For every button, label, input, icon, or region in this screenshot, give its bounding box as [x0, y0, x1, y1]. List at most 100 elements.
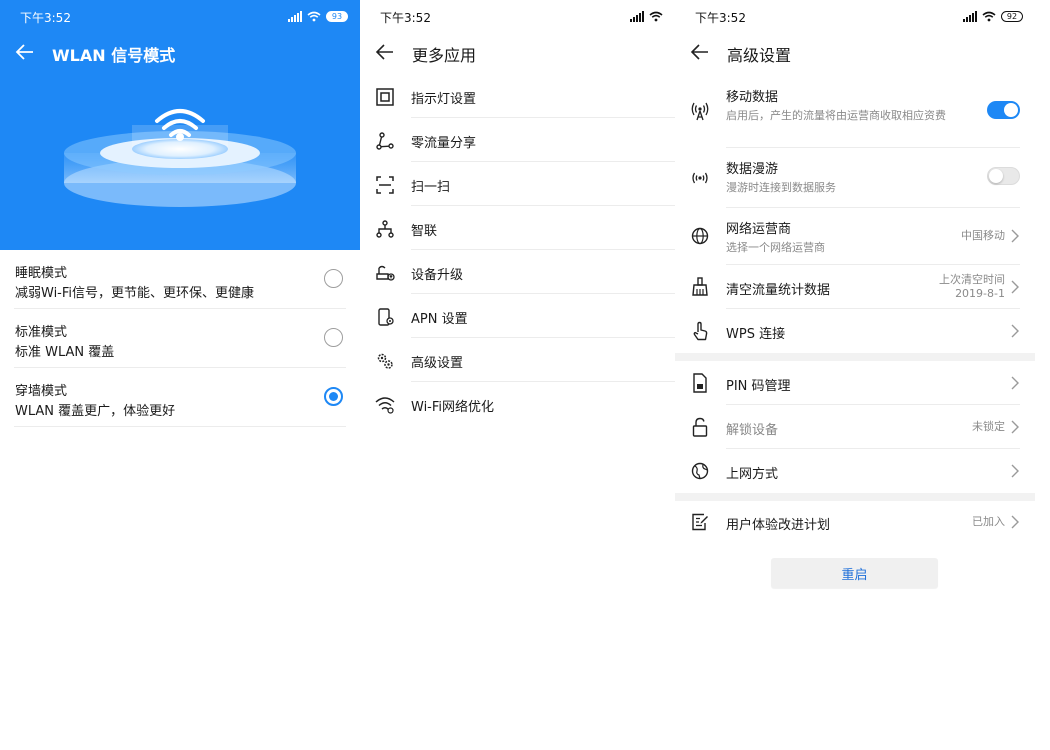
apn-icon: [374, 306, 396, 328]
earth-icon: [689, 460, 711, 482]
broom-icon: [689, 276, 711, 298]
restart-button[interactable]: 重启: [771, 558, 938, 588]
radio-sleep[interactable]: [324, 269, 343, 288]
ux-plan-value: 已加入: [972, 515, 1005, 528]
indicator-light-icon: [374, 86, 396, 108]
list-item-apn-settings[interactable]: APN 设置: [360, 294, 675, 338]
setting-mobile-data[interactable]: 移动数据 启用后，产生的流量将由运营商收取相应资费: [675, 82, 1035, 148]
status-time: 下午3:52: [20, 11, 71, 25]
mobile-data-toggle[interactable]: [987, 101, 1020, 119]
signal-icon: [630, 10, 644, 22]
mode-name: 睡眠模式: [15, 266, 68, 281]
chevron-right-icon: [1011, 464, 1019, 478]
setting-pin-management[interactable]: PIN 码管理: [675, 361, 1035, 405]
setting-title: 数据漫游: [726, 162, 779, 177]
radio-through-wall[interactable]: [324, 387, 343, 406]
wifi-status-icon: [649, 11, 663, 21]
section-divider: [675, 353, 1035, 361]
app-list: 指示灯设置 零流量分享 扫一扫 智联 设备升级 APN 设置 高级设置 Wi-F…: [360, 74, 675, 426]
battery-icon: 92: [1001, 10, 1023, 22]
data-roaming-toggle[interactable]: [987, 167, 1020, 185]
back-arrow-icon[interactable]: [375, 42, 395, 62]
setting-title: WPS 连接: [726, 327, 786, 342]
mode-list: 睡眠模式 减弱Wi-Fi信号，更节能、更环保、更健康 标准模式 标准 WLAN …: [14, 250, 346, 427]
list-item-smart-link[interactable]: 智联: [360, 206, 675, 250]
tap-hand-icon: [689, 320, 711, 342]
router-upgrade-icon: [374, 262, 396, 284]
last-clear-date: 2019-8-1: [955, 287, 1005, 300]
status-bar: 下午3:52: [360, 0, 675, 32]
mode-desc: 减弱Wi-Fi信号，更节能、更环保、更健康: [15, 286, 255, 301]
more-apps-screen: 下午3:52 更多应用 指示灯设置 零流量分享 扫一扫 智联 设备升级 APN …: [360, 0, 675, 750]
edit-document-icon: [689, 511, 711, 533]
mode-through-wall[interactable]: 穿墙模式 WLAN 覆盖更广，体验更好: [14, 368, 346, 427]
list-item-device-upgrade[interactable]: 设备升级: [360, 250, 675, 294]
carrier-value: 中国移动: [961, 229, 1005, 242]
battery-icon: 93: [326, 10, 348, 22]
chevron-right-icon: [1011, 229, 1019, 243]
back-arrow-icon[interactable]: [15, 42, 35, 62]
page-title: 高级设置: [727, 46, 792, 65]
scan-icon: [374, 174, 396, 196]
back-arrow-icon[interactable]: [690, 42, 710, 62]
setting-unlock-device[interactable]: 解锁设备 未锁定: [675, 405, 1035, 449]
mode-desc: 标准 WLAN 覆盖: [15, 345, 115, 360]
setting-data-roaming[interactable]: 数据漫游 漫游时连接到数据服务: [675, 148, 1035, 208]
setting-subtitle: 漫游时连接到数据服务: [726, 181, 836, 194]
wifi-status-icon: [982, 11, 996, 21]
status-time: 下午3:52: [695, 11, 746, 25]
mode-desc: WLAN 覆盖更广，体验更好: [15, 404, 176, 419]
wifi-router-illustration-icon: [64, 109, 296, 207]
signal-icon: [963, 10, 977, 22]
list-item-indicator-light[interactable]: 指示灯设置: [360, 74, 675, 118]
list-item-label: 零流量分享: [411, 136, 477, 151]
setting-wps-connect[interactable]: WPS 连接: [675, 309, 1035, 353]
setting-title: 上网方式: [726, 467, 779, 482]
setting-title: PIN 码管理: [726, 379, 791, 394]
list-item-label: 设备升级: [411, 268, 464, 283]
list-item-label: 指示灯设置: [411, 92, 477, 107]
roaming-icon: [689, 166, 711, 188]
list-item-label: 扫一扫: [411, 180, 451, 195]
setting-title: 清空流量统计数据: [726, 283, 831, 298]
list-item-zero-data-share[interactable]: 零流量分享: [360, 118, 675, 162]
setting-clear-data-stats[interactable]: 清空流量统计数据 上次清空时间 2019-8-1: [675, 265, 1035, 309]
setting-title: 用户体验改进计划: [726, 518, 831, 533]
wifi-status-icon: [307, 11, 321, 21]
last-clear-time: 上次清空时间 2019-8-1: [939, 273, 1005, 301]
hero-header: 下午3:52 93 WLAN 信号模式: [0, 0, 360, 250]
wifi-icon: [374, 394, 396, 416]
setting-title: 网络运营商: [726, 222, 792, 237]
setting-network-carrier[interactable]: 网络运营商 选择一个网络运营商 中国移动: [675, 208, 1035, 265]
radio-standard[interactable]: [324, 328, 343, 347]
last-clear-label: 上次清空时间: [939, 273, 1005, 286]
mode-standard[interactable]: 标准模式 标准 WLAN 覆盖: [14, 309, 346, 368]
wlan-signal-mode-screen: 下午3:52 93 WLAN 信号模式 睡眠模式 减弱Wi-Fi信号，更节能、更…: [0, 0, 360, 750]
globe-icon: [689, 225, 711, 247]
status-bar: 下午3:52 93: [0, 0, 360, 32]
status-time: 下午3:52: [380, 11, 431, 25]
antenna-icon: [689, 100, 711, 122]
unlock-icon: [689, 416, 711, 438]
sim-card-icon: [689, 372, 711, 394]
list-item-label: 智联: [411, 224, 438, 239]
mode-name: 标准模式: [15, 325, 68, 340]
mode-name: 穿墙模式: [15, 384, 68, 399]
setting-title: 解锁设备: [726, 423, 779, 438]
mode-sleep[interactable]: 睡眠模式 减弱Wi-Fi信号，更节能、更环保、更健康: [14, 250, 346, 309]
share-icon: [374, 130, 396, 152]
setting-internet-method[interactable]: 上网方式: [675, 449, 1035, 493]
chevron-right-icon: [1011, 324, 1019, 338]
list-item-advanced-settings[interactable]: 高级设置: [360, 338, 675, 382]
list-item-label: APN 设置: [411, 312, 468, 327]
list-item-label: 高级设置: [411, 356, 464, 371]
setting-subtitle: 选择一个网络运营商: [726, 241, 825, 254]
network-topology-icon: [374, 218, 396, 240]
list-item-wifi-optimization[interactable]: Wi-Fi网络优化: [360, 382, 675, 426]
list-item-scan[interactable]: 扫一扫: [360, 162, 675, 206]
chevron-right-icon: [1011, 376, 1019, 390]
setting-user-experience-plan[interactable]: 用户体验改进计划 已加入: [675, 501, 1035, 545]
chevron-right-icon: [1011, 420, 1019, 434]
setting-subtitle: 启用后，产生的流量将由运营商收取相应资费: [726, 109, 946, 122]
page-title: WLAN 信号模式: [52, 46, 176, 65]
